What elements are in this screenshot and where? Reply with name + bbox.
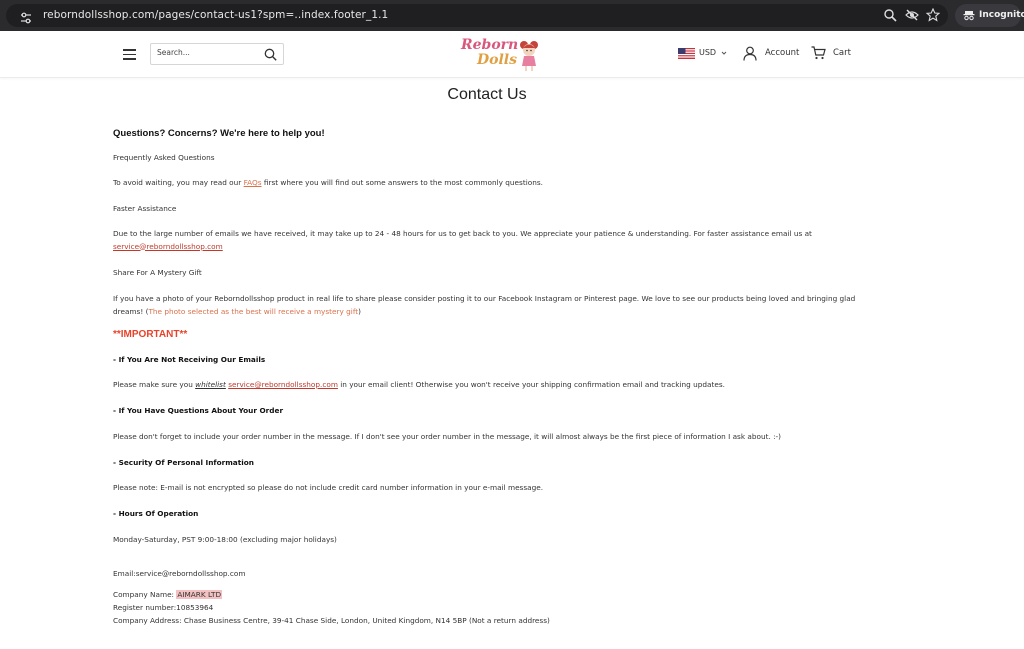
company-name: AIMARK LTD [176, 590, 223, 599]
company-label: Company Name: [113, 590, 177, 599]
site-header: Reborn Dolls USD Account [0, 31, 1024, 78]
important-label: **IMPORTANT** [113, 329, 188, 340]
faster-email-link[interactable]: service@reborndollsshop.com [113, 242, 223, 251]
hours-heading: - Hours Of Operation [113, 509, 199, 518]
emails-link[interactable]: service@reborndollsshop.com [228, 380, 338, 389]
search-box[interactable] [150, 43, 284, 65]
search-icon[interactable] [264, 48, 277, 61]
cart-icon[interactable] [811, 46, 826, 60]
emails-text-after: in your email client! Otherwise you won'… [337, 380, 725, 389]
share-highlight: The photo selected as the best will rece… [148, 306, 359, 316]
intro-heading: Questions? Concerns? We're here to help … [113, 128, 325, 139]
incognito-badge[interactable]: Incognito [955, 4, 1024, 27]
emails-heading: - If You Are Not Receiving Our Emails [113, 355, 266, 364]
hours-paragraph: Monday-Saturday, PST 9:00-18:00 (excludi… [113, 535, 337, 544]
faq-heading: Frequently Asked Questions [113, 153, 215, 162]
emails-paragraph: Please make sure you whitelist service@r… [113, 380, 725, 389]
us-flag-icon[interactable] [678, 48, 695, 59]
security-heading: - Security Of Personal Information [113, 458, 254, 467]
star-icon[interactable] [926, 8, 940, 22]
share-paragraph: If you have a photo of your Reborndollss… [113, 293, 858, 318]
emails-text-before: Please make sure you [113, 380, 196, 389]
faq-text-after: first where you will find out some answe… [261, 178, 543, 187]
company-name-line: Company Name: AIMARK LTD [113, 590, 223, 599]
order-heading: - If You Have Questions About Your Order [113, 406, 284, 415]
faster-paragraph: Due to the large number of emails we hav… [113, 228, 863, 253]
company-address: Company Address: Chase Business Centre, … [113, 616, 550, 625]
whitelist-text: whitelist [195, 380, 226, 389]
incognito-label: Incognito [979, 10, 1024, 20]
faq-link[interactable]: FAQs [244, 178, 262, 187]
url-text[interactable]: reborndollsshop.com/pages/contact-us1?sp… [43, 9, 388, 21]
account-icon[interactable] [743, 46, 757, 61]
address-bar[interactable]: reborndollsshop.com/pages/contact-us1?sp… [6, 4, 948, 27]
cart-link[interactable]: Cart [833, 48, 851, 58]
doll-logo-icon [520, 41, 538, 71]
faster-text: Due to the large number of emails we hav… [113, 229, 812, 238]
eye-off-icon[interactable] [905, 8, 919, 22]
faq-paragraph: To avoid waiting, you may read our FAQs … [113, 178, 543, 187]
page-title: Contact Us [447, 86, 527, 103]
faster-heading: Faster Assistance [113, 204, 177, 213]
logo-text-bottom: Dolls [477, 52, 517, 68]
order-paragraph: Please don't forget to include your orde… [113, 432, 782, 441]
contact-email: Email:service@reborndollsshop.com [113, 569, 246, 578]
register-number: Register number:10853964 [113, 603, 214, 612]
faq-text-before: To avoid waiting, you may read our [113, 178, 244, 187]
search-input[interactable] [157, 48, 257, 57]
browser-toolbar: reborndollsshop.com/pages/contact-us1?sp… [0, 0, 1024, 31]
incognito-icon [963, 11, 975, 21]
site-logo[interactable]: Reborn Dolls [455, 36, 547, 74]
logo-text-top: Reborn [461, 37, 519, 53]
share-heading: Share For A Mystery Gift [113, 268, 202, 277]
currency-selector[interactable]: USD [699, 48, 716, 57]
share-close: ) [358, 306, 361, 316]
chevron-down-icon[interactable] [721, 50, 727, 56]
menu-icon[interactable] [123, 49, 136, 60]
zoom-icon[interactable] [883, 8, 897, 22]
tune-icon[interactable] [19, 11, 33, 25]
security-paragraph: Please note: E-mail is not encrypted so … [113, 483, 544, 492]
account-link[interactable]: Account [765, 48, 799, 58]
